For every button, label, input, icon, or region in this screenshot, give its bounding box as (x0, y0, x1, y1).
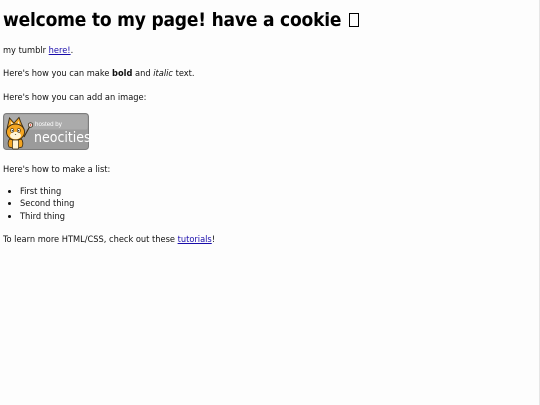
cookie-emoji-icon (349, 13, 360, 27)
learn-paragraph: To learn more HTML/CSS, check out these … (3, 234, 540, 246)
list-item: Third thing (20, 211, 540, 223)
tumblr-suffix: . (70, 44, 74, 56)
tumblr-prefix: my tumblr (3, 44, 49, 56)
tumblr-link[interactable]: here! (49, 45, 71, 56)
page-title-text: welcome to my page! have a cookie (3, 9, 342, 31)
list-item: Second thing (20, 198, 540, 210)
badge-big-text: neocities (34, 130, 89, 146)
image-intro: Here's how you can add an image: (3, 91, 147, 103)
formatting-suffix: text. (172, 68, 195, 80)
bold-text: bold (112, 68, 133, 80)
list-intro: Here's how to make a list: (3, 164, 111, 176)
learn-suffix: ! (211, 234, 216, 246)
learn-prefix: To learn more HTML/CSS, check out these (3, 234, 178, 246)
page: welcome to my page! have a cookie my tum… (0, 0, 540, 405)
tutorials-link[interactable]: tutorials (178, 234, 212, 245)
badge-small-text: hosted by (35, 121, 63, 128)
italic-text: italic (153, 68, 173, 80)
thing-list: First thing Second thing Third thing (3, 186, 540, 223)
page-title: welcome to my page! have a cookie (3, 8, 540, 33)
formatting-middle: and (132, 68, 154, 80)
neocities-badge: hosted by neocities (3, 113, 89, 151)
formatting-paragraph: Here's how you can make bold and italic … (3, 68, 540, 80)
list-item: First thing (20, 186, 540, 198)
formatting-prefix: Here's how you can make (3, 68, 113, 80)
tumblr-paragraph: my tumblr here!. (3, 45, 540, 57)
